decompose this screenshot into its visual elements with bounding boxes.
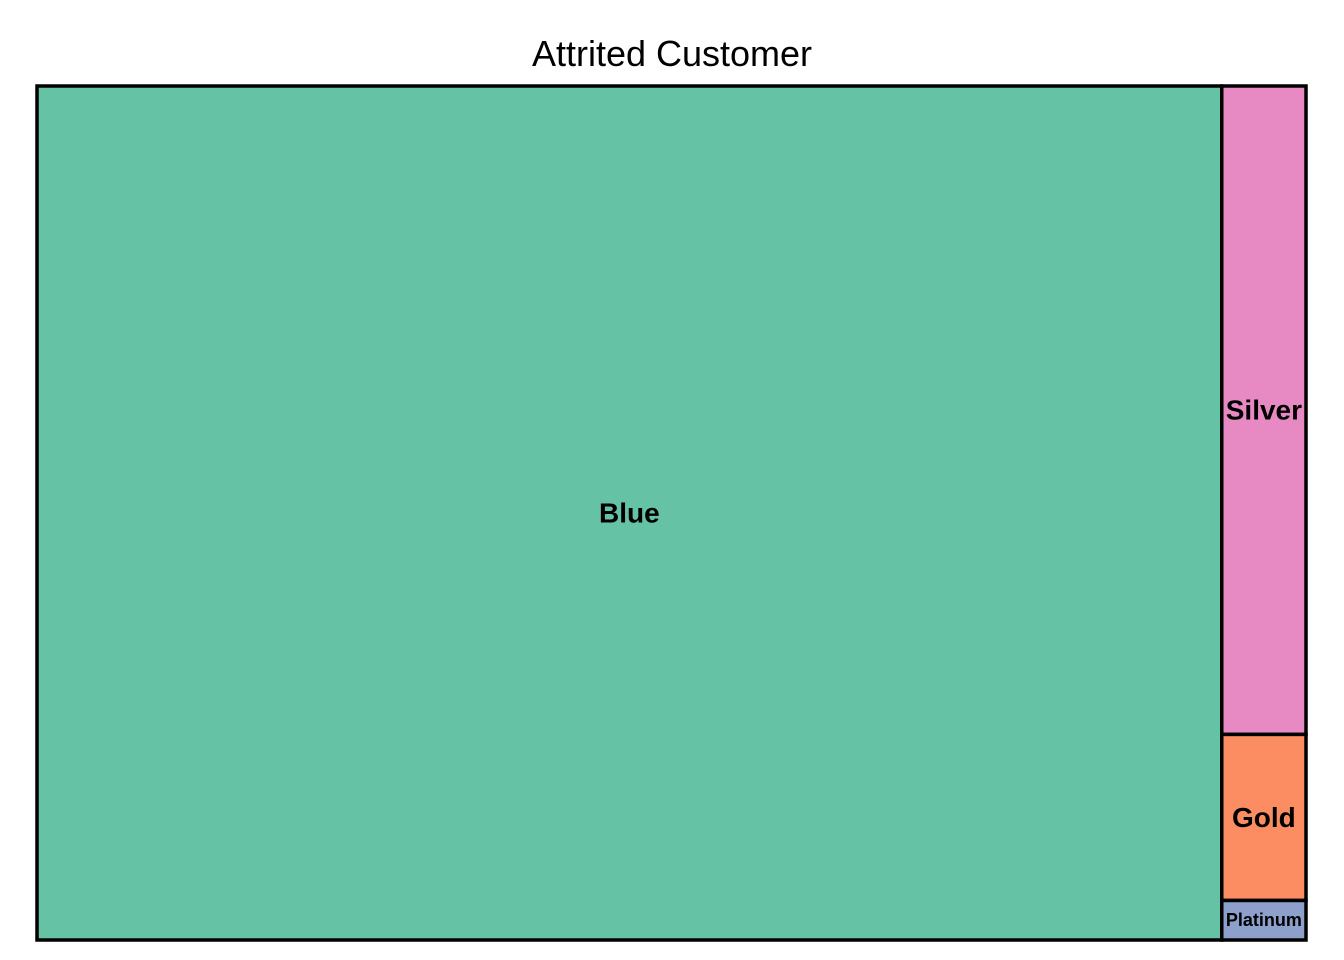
tile-label-blue: Blue xyxy=(599,498,660,529)
tile-label-silver: Silver xyxy=(1226,395,1302,426)
treemap-chart: Attrited Customer Blue Silver Gold Platinum xyxy=(35,33,1308,942)
tile-label-platinum: Platinum xyxy=(1226,910,1302,930)
tile-label-gold: Gold xyxy=(1232,802,1296,833)
chart-title: Attrited Customer xyxy=(532,33,812,74)
treemap-tiles: Blue Silver Gold Platinum xyxy=(35,84,1308,942)
